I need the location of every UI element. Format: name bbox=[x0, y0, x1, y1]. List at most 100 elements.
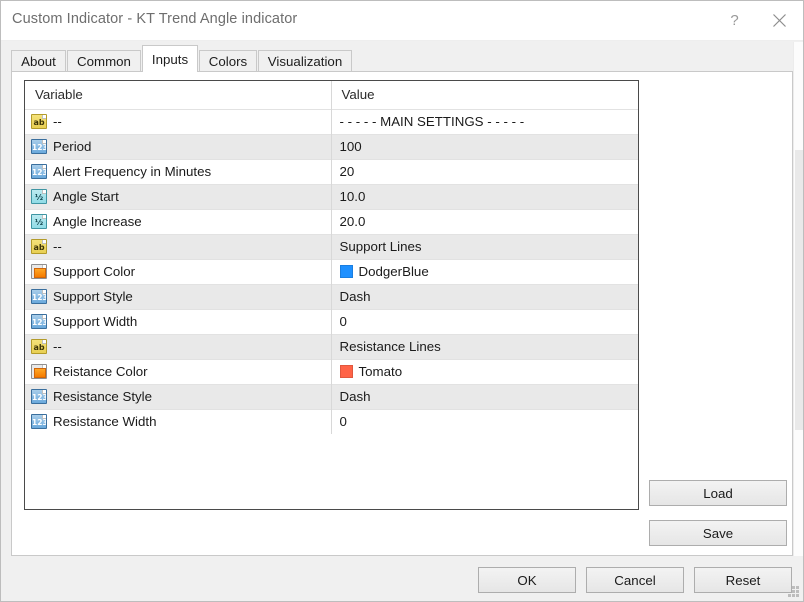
value-cell[interactable]: 0 bbox=[331, 408, 638, 434]
value-cell[interactable]: Tomato bbox=[331, 358, 638, 384]
variable-cell[interactable]: 123 Support Style bbox=[25, 283, 332, 309]
variable-cell[interactable]: ½ Angle Start bbox=[25, 183, 332, 209]
table-row[interactable]: ½ Angle Increase 20.0 bbox=[25, 208, 638, 234]
table-row[interactable]: Reistance Color Tomato bbox=[25, 358, 638, 384]
parameters-table: Variable Value ab -- - - - - - MAIN SETTIN… bbox=[25, 81, 638, 434]
column-header-variable[interactable]: Variable bbox=[25, 81, 332, 109]
integer-type-icon: 123 bbox=[31, 164, 47, 179]
custom-indicator-dialog: Custom Indicator - KT Trend Angle indica… bbox=[0, 0, 804, 602]
integer-type-icon: 123 bbox=[31, 389, 47, 404]
table-row[interactable]: ab -- - - - - - MAIN SETTINGS - - - - - bbox=[25, 108, 638, 134]
string-type-icon: ab bbox=[31, 339, 47, 354]
ok-button[interactable]: OK bbox=[478, 567, 576, 593]
value-label: 100 bbox=[339, 139, 362, 154]
color-swatch bbox=[339, 365, 353, 378]
string-type-icon: ab bbox=[31, 239, 47, 254]
vertical-scrollbar[interactable] bbox=[793, 42, 803, 556]
value-label: 0 bbox=[339, 414, 347, 430]
value-cell[interactable]: 20 bbox=[331, 158, 638, 184]
color-type-icon bbox=[31, 364, 47, 379]
title-bar: Custom Indicator - KT Trend Angle indica… bbox=[1, 1, 803, 41]
table-row[interactable]: ab -- Support Lines bbox=[25, 233, 638, 259]
tab-label: Common bbox=[77, 54, 131, 69]
value-cell[interactable]: Support Lines bbox=[331, 233, 638, 259]
table-row[interactable]: 123 Resistance Style Dash bbox=[25, 383, 638, 409]
variable-label: Angle Increase bbox=[53, 214, 142, 229]
variable-label: Support Style bbox=[53, 289, 133, 304]
table-row[interactable]: 123 Period 100 bbox=[25, 133, 638, 159]
table-row[interactable]: ab -- Resistance Lines bbox=[25, 333, 638, 359]
table-row[interactable]: 123 Resistance Width 0 bbox=[25, 408, 638, 434]
value-cell[interactable]: 20.0 bbox=[331, 208, 638, 234]
value-cell[interactable]: 100 bbox=[331, 133, 638, 159]
value-cell[interactable]: Resistance Lines bbox=[331, 333, 638, 359]
variable-label: Support Color bbox=[53, 264, 136, 279]
variable-cell[interactable]: Reistance Color bbox=[25, 358, 332, 384]
value-cell[interactable]: Dash bbox=[331, 283, 638, 309]
variable-label: -- bbox=[53, 339, 62, 354]
tab-label: Colors bbox=[208, 54, 248, 69]
table-row[interactable]: ½ Angle Start 10.0 bbox=[25, 183, 638, 209]
value-label: DodgerBlue bbox=[358, 264, 429, 279]
close-x-glyph bbox=[773, 14, 786, 27]
variable-cell[interactable]: 123 Support Width bbox=[25, 308, 332, 334]
tab-common[interactable]: Common bbox=[67, 50, 141, 72]
variable-cell[interactable]: ab -- bbox=[25, 108, 332, 134]
variable-cell[interactable]: ½ Angle Increase bbox=[25, 208, 332, 234]
table-row[interactable]: 123 Alert Frequency in Minutes 20 bbox=[25, 158, 638, 184]
tab-about[interactable]: About bbox=[11, 50, 66, 72]
value-cell[interactable]: Dash bbox=[331, 383, 638, 409]
variable-cell[interactable]: ab -- bbox=[25, 333, 332, 359]
value-label: 10.0 bbox=[339, 189, 366, 204]
close-icon[interactable] bbox=[757, 1, 802, 40]
help-icon[interactable]: ? bbox=[712, 1, 757, 40]
variable-label: Alert Frequency in Minutes bbox=[53, 164, 212, 179]
variable-cell[interactable]: 123 Resistance Style bbox=[25, 383, 332, 409]
variable-cell[interactable]: Support Color bbox=[25, 258, 332, 284]
tab-inputs[interactable]: Inputs bbox=[142, 45, 198, 72]
table-row[interactable]: Support Color DodgerBlue bbox=[25, 258, 638, 284]
variable-cell[interactable]: 123 Period bbox=[25, 133, 332, 159]
table-row[interactable]: 123 Support Style Dash bbox=[25, 283, 638, 309]
load-button[interactable]: Load bbox=[649, 480, 787, 506]
value-label: Resistance Lines bbox=[339, 339, 441, 354]
reset-button[interactable]: Reset bbox=[694, 567, 792, 593]
table-row[interactable]: 123 Support Width 0 bbox=[25, 308, 638, 334]
double-type-icon: ½ bbox=[31, 189, 47, 204]
integer-type-icon: 123 bbox=[31, 414, 47, 430]
variable-cell[interactable]: 123 Resistance Width bbox=[25, 408, 332, 434]
table-body: ab -- - - - - - MAIN SETTINGS - - - - - 123… bbox=[25, 108, 638, 434]
tab-label: Visualization bbox=[267, 54, 343, 69]
variable-label: Reistance Color bbox=[53, 364, 148, 379]
double-type-icon: ½ bbox=[31, 214, 47, 229]
inputs-panel: Variable Value ab -- - - - - - MAIN SETTIN… bbox=[11, 72, 793, 556]
tab-visualization[interactable]: Visualization bbox=[258, 50, 352, 72]
scrollbar-thumb[interactable] bbox=[795, 150, 803, 430]
variable-label: Support Width bbox=[53, 314, 138, 329]
string-type-icon: ab bbox=[31, 114, 47, 129]
value-cell[interactable]: 10.0 bbox=[331, 183, 638, 209]
value-cell[interactable]: 0 bbox=[331, 308, 638, 334]
tab-colors[interactable]: Colors bbox=[199, 50, 257, 72]
resize-grip[interactable] bbox=[788, 586, 799, 597]
variable-label: -- bbox=[53, 114, 62, 129]
value-cell[interactable]: DodgerBlue bbox=[331, 258, 638, 284]
value-cell[interactable]: - - - - - MAIN SETTINGS - - - - - bbox=[331, 108, 638, 134]
save-button[interactable]: Save bbox=[649, 520, 787, 546]
cancel-button[interactable]: Cancel bbox=[586, 567, 684, 593]
variable-cell[interactable]: ab -- bbox=[25, 233, 332, 259]
column-header-value[interactable]: Value bbox=[331, 81, 638, 109]
tab-label: Inputs bbox=[151, 51, 189, 67]
value-label: Dash bbox=[339, 389, 371, 404]
table-header-row: Variable Value bbox=[25, 81, 638, 109]
value-label: Support Lines bbox=[339, 239, 422, 254]
parameters-table-container[interactable]: Variable Value ab -- - - - - - MAIN SETTIN… bbox=[24, 80, 639, 510]
color-type-icon bbox=[31, 264, 47, 279]
value-label: 20.0 bbox=[339, 214, 366, 229]
tab-label: About bbox=[21, 54, 56, 69]
dialog-footer: OK Cancel Reset bbox=[1, 557, 803, 601]
help-question-glyph: ? bbox=[730, 12, 739, 29]
variable-cell[interactable]: 123 Alert Frequency in Minutes bbox=[25, 158, 332, 184]
integer-type-icon: 123 bbox=[31, 139, 47, 154]
tab-strip: About Common Inputs Colors Visualization bbox=[1, 41, 803, 73]
